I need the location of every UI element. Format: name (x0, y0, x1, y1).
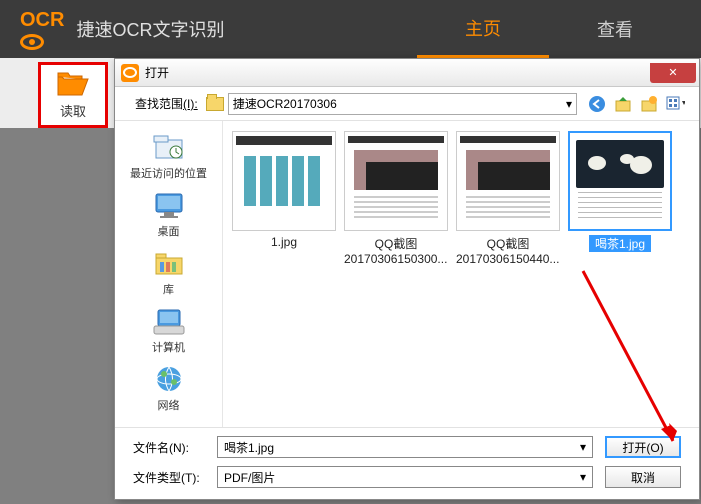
file-item[interactable]: QQ截图20170306150440.... (455, 131, 561, 266)
dialog-icon (121, 64, 139, 82)
thumbnail (236, 136, 332, 226)
libraries-icon (151, 247, 187, 279)
filename-input[interactable]: 喝茶1.jpg ▾ (217, 436, 593, 458)
app-header: OCR 捷速OCR文字识别 主页 查看 (0, 0, 701, 58)
chevron-down-icon[interactable]: ▾ (580, 470, 586, 484)
places-sidebar: 最近访问的位置 桌面 库 计算机 网络 (115, 121, 223, 427)
sidebar-item-libraries[interactable]: 库 (151, 245, 187, 299)
computer-icon (151, 305, 187, 337)
open-button[interactable]: 打开(O) (605, 436, 681, 458)
eye-icon (20, 34, 44, 50)
dialog-titlebar[interactable]: 打开 ✕ (115, 59, 699, 87)
file-item-selected[interactable]: 喝茶1.jpg (567, 131, 673, 252)
folder-open-icon (56, 71, 90, 97)
file-list[interactable]: 1.jpg QQ截图20170306150300.... QQ截图2017030… (223, 121, 699, 427)
open-dialog: 打开 ✕ 查找范围(I): 捷速OCR20170306 ▾ 最近访问的位置 (114, 58, 700, 500)
file-item[interactable]: QQ截图20170306150300.... (343, 131, 449, 266)
chevron-down-icon[interactable]: ▾ (580, 440, 586, 454)
thumbnail (460, 136, 556, 226)
dialog-footer: 文件名(N): 喝茶1.jpg ▾ 打开(O) 文件类型(T): PDF/图片 … (115, 427, 699, 504)
tab-view[interactable]: 查看 (549, 0, 681, 58)
recent-icon (151, 131, 187, 163)
thumbnail (348, 136, 444, 226)
path-tools (587, 94, 685, 114)
chevron-down-icon: ▾ (566, 97, 572, 111)
file-item[interactable]: 1.jpg (231, 131, 337, 249)
filetype-select[interactable]: PDF/图片 ▾ (217, 466, 593, 488)
thumbnail (572, 136, 668, 226)
desktop-icon (151, 189, 187, 221)
back-icon[interactable] (587, 94, 607, 114)
tab-home[interactable]: 主页 (417, 0, 549, 58)
sidebar-item-computer[interactable]: 计算机 (151, 303, 187, 357)
filetype-label: 文件类型(T): (133, 469, 217, 486)
read-label: 读取 (60, 101, 86, 120)
path-row: 查找范围(I): 捷速OCR20170306 ▾ (115, 87, 699, 121)
app-title: 捷速OCR文字识别 (76, 16, 224, 42)
network-icon (151, 363, 187, 395)
folder-icon (206, 97, 224, 111)
path-label: 查找范围(I): (135, 95, 198, 112)
dialog-body: 最近访问的位置 桌面 库 计算机 网络 1.jpg (115, 121, 699, 427)
sidebar-item-network[interactable]: 网络 (151, 361, 187, 415)
close-button[interactable]: ✕ (650, 63, 696, 83)
filename-label: 文件名(N): (133, 439, 217, 456)
logo-text: OCR (20, 9, 64, 31)
cancel-button[interactable]: 取消 (605, 466, 681, 488)
folder-select-value: 捷速OCR20170306 (233, 95, 337, 112)
folder-select[interactable]: 捷速OCR20170306 ▾ (228, 93, 577, 115)
header-tabs: 主页 查看 (417, 0, 681, 58)
sidebar-item-recent[interactable]: 最近访问的位置 (130, 129, 207, 183)
new-folder-icon[interactable] (639, 94, 659, 114)
up-icon[interactable] (613, 94, 633, 114)
dialog-title: 打开 (145, 64, 169, 81)
read-button[interactable]: 读取 (38, 62, 108, 128)
app-logo: OCR (20, 9, 64, 50)
sidebar-item-desktop[interactable]: 桌面 (151, 187, 187, 241)
view-menu-icon[interactable] (665, 94, 685, 114)
